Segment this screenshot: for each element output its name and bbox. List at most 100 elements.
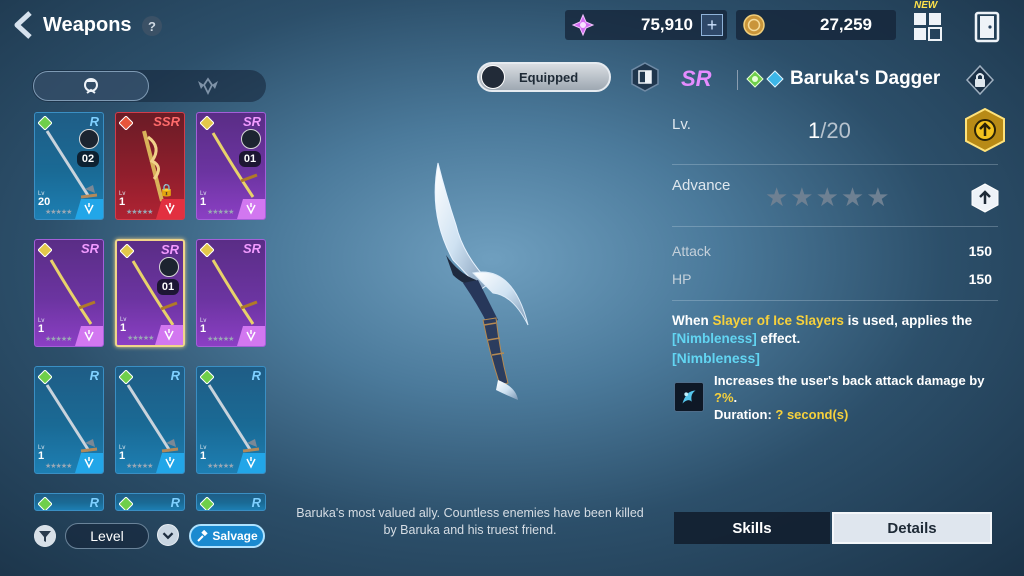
page-title: Weapons [43, 14, 132, 36]
divider [737, 70, 738, 90]
divider [672, 164, 998, 165]
gold-coin-icon [743, 14, 765, 36]
currency-gold: 27,259 [736, 10, 896, 40]
exit-door-icon[interactable] [973, 11, 1001, 43]
equipped-label: Equipped [519, 69, 579, 85]
currency-crystal: 75,910 + [565, 10, 727, 40]
weapon-level: 1 [119, 450, 126, 462]
compare-icon[interactable] [630, 62, 660, 92]
skill-emblem-icon [75, 199, 103, 219]
weapon-card[interactable]: SR 01 Lv 1 ★★★★★ [115, 239, 185, 347]
level-up-button[interactable] [964, 108, 1006, 152]
winged-emblem-icon [198, 77, 218, 96]
rank-label: R [251, 495, 261, 510]
rank-badge: SR [681, 66, 712, 91]
star-rating: ★★★★★ [126, 463, 153, 470]
weapon-level: 1 [120, 322, 127, 334]
sort-order-chevron-icon[interactable] [157, 524, 179, 546]
star-rating: ★★★★★ [45, 209, 72, 216]
owned-count: 01 [239, 151, 261, 167]
level-label: Lv. [672, 116, 691, 133]
skill-emblem-icon [156, 453, 184, 473]
star-rating: ★★★★★ [207, 336, 234, 343]
equipped-pill[interactable]: Equipped [477, 62, 611, 92]
skill-emblem-icon [237, 326, 265, 346]
skill-emblem-icon [75, 453, 103, 473]
divider [672, 226, 998, 227]
rank-label: R [170, 495, 180, 510]
stat-label: HP [672, 271, 692, 287]
menu-grid-icon[interactable] [913, 12, 943, 42]
weapon-description: Baruka's most valued ally. Countless ene… [296, 506, 644, 537]
gold-amount: 27,259 [820, 15, 872, 34]
stat-row-attack: Attack 150 [672, 243, 992, 259]
weapon-level: 1 [200, 450, 207, 462]
tab-character-weapons[interactable] [33, 71, 149, 101]
weapon-thumbnail [49, 259, 96, 325]
level-value: 1/20 [808, 118, 851, 143]
weapon-level: 1 [200, 196, 207, 208]
hunter-head-icon [84, 78, 98, 94]
nimbleness-buff-icon [674, 382, 704, 412]
element-icons [746, 70, 784, 88]
weapon-card[interactable]: SR Lv 1 ★★★★★ [196, 239, 266, 347]
back-arrow-icon[interactable] [10, 10, 38, 40]
lock-icon: 🔒 [159, 183, 174, 197]
tab-skills[interactable]: Skills [674, 512, 830, 544]
weapon-level: 1 [38, 450, 45, 462]
element-icon [119, 497, 133, 510]
filter-button[interactable] [34, 525, 56, 547]
owned-count: 02 [77, 151, 99, 167]
stat-row-hp: HP 150 [672, 271, 992, 287]
skill-emblem-icon [155, 325, 183, 345]
weapon-card[interactable]: SSR 🔒 Lv 1 ★★★★★ [115, 112, 185, 220]
element-icon [200, 497, 214, 510]
hunter-avatar [481, 65, 505, 89]
weapon-effect-text: When Slayer of Ice Slayers is used, appl… [672, 313, 973, 346]
weapon-card[interactable]: R Lv 1 ★★★★★ [34, 366, 104, 474]
owned-count: 01 [157, 279, 179, 295]
weapon-card[interactable]: R Lv 1 ★★★★★ [196, 366, 266, 474]
crystal-icon [571, 13, 595, 37]
wind-element-icon [746, 70, 764, 88]
weapon-card[interactable]: R [115, 493, 185, 511]
weapon-card[interactable]: SR Lv 1 ★★★★★ [34, 239, 104, 347]
star-rating: ★★★★★ [207, 209, 234, 216]
tab-details[interactable]: Details [832, 512, 992, 544]
star-rating: ★★★★★ [45, 336, 72, 343]
skill-emblem-icon [156, 199, 184, 219]
weapon-card[interactable]: R 02 Lv 20 ★★★★★ [34, 112, 104, 220]
weapon-level: 1 [119, 196, 126, 208]
advance-stars: ★★★★★ [765, 182, 892, 212]
stat-value: 150 [968, 271, 992, 287]
hunter-avatar [159, 257, 179, 277]
weapon-card[interactable]: R Lv 1 ★★★★★ [115, 366, 185, 474]
divider [672, 300, 998, 301]
weapon-card[interactable]: R [34, 493, 104, 511]
star-rating: ★★★★★ [127, 335, 154, 342]
stat-label: Attack [672, 243, 711, 259]
tab-shadow-weapons[interactable] [150, 71, 266, 101]
lock-icon[interactable] [964, 64, 996, 96]
skill-emblem-icon [237, 199, 265, 219]
weapon-level: 1 [38, 323, 45, 335]
weapon-thumbnail [45, 384, 98, 453]
sort-select[interactable]: Level [65, 523, 149, 549]
add-crystal-button[interactable]: + [701, 14, 723, 36]
element-icon [38, 497, 52, 510]
salvage-button[interactable]: Salvage [189, 524, 265, 548]
crystal-amount: 75,910 [641, 15, 693, 34]
skill-name: Slayer of Ice Slayers [712, 313, 844, 328]
skill-emblem-icon [75, 326, 103, 346]
buff-name: [Nimbleness] [672, 331, 757, 346]
weapon-thumbnail [211, 259, 258, 325]
help-button[interactable]: ? [142, 16, 162, 36]
advance-label: Advance [672, 177, 731, 194]
star-rating: ★★★★★ [207, 463, 234, 470]
water-element-icon [766, 70, 784, 88]
weapon-card[interactable]: SR 01 Lv 1 ★★★★★ [196, 112, 266, 220]
stat-value: 150 [968, 243, 992, 259]
hunter-avatar [241, 129, 261, 149]
weapon-card[interactable]: R [196, 493, 266, 511]
advance-button[interactable] [970, 183, 1000, 213]
